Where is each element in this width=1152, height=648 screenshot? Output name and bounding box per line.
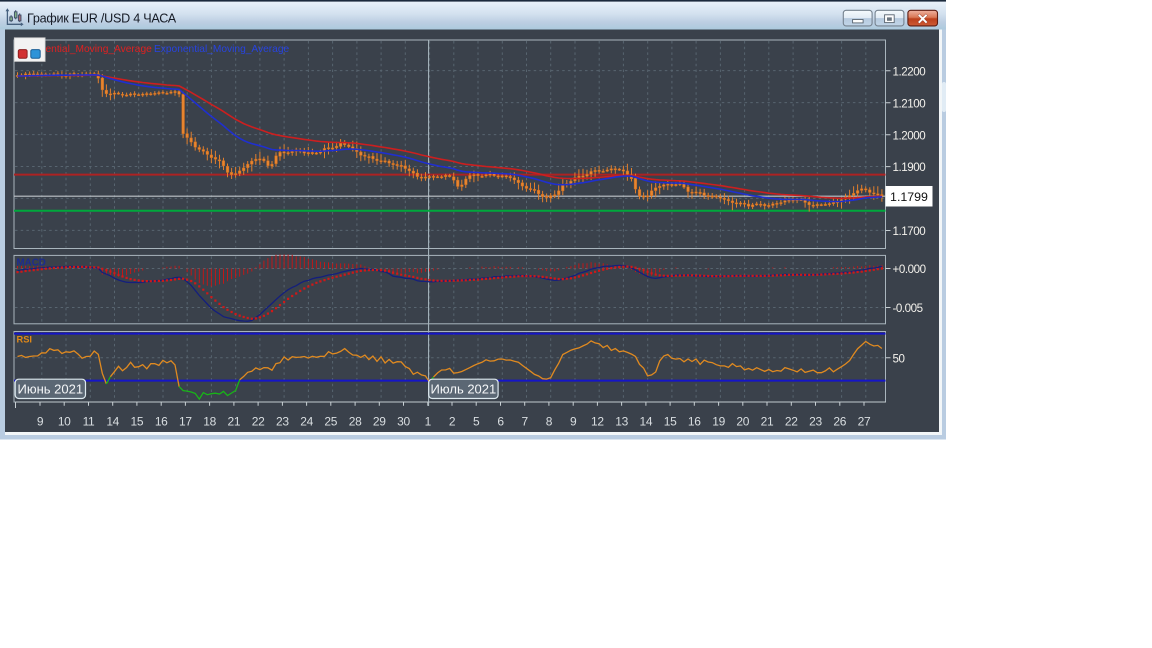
svg-text:13: 13 [615,415,628,429]
svg-text:1: 1 [425,415,432,429]
svg-text:22: 22 [785,415,798,429]
svg-text:50: 50 [893,352,905,365]
svg-text:17: 17 [179,415,192,429]
svg-text:14: 14 [106,415,119,429]
svg-text:26: 26 [833,415,846,429]
svg-text:9: 9 [37,415,44,429]
svg-text:16: 16 [688,415,701,429]
svg-text:9: 9 [570,415,577,429]
svg-text:22: 22 [252,415,265,429]
svg-text:11: 11 [83,415,95,429]
svg-text:5: 5 [473,415,480,429]
svg-text:1.1900: 1.1900 [893,161,926,174]
svg-text:Exponential_Moving_Average: Exponential_Moving_Average [154,44,290,55]
svg-text:18: 18 [203,415,216,429]
svg-text:RSI: RSI [17,335,33,345]
svg-text:+0.000: +0.000 [893,263,926,276]
svg-text:12: 12 [591,415,604,429]
svg-text:1.1799: 1.1799 [890,190,928,204]
svg-text:14: 14 [640,415,653,429]
svg-text:21: 21 [761,415,774,429]
svg-text:1.1700: 1.1700 [893,225,926,238]
svg-text:✕: ✕ [917,12,929,28]
svg-text:16: 16 [155,415,168,429]
svg-text:19: 19 [712,415,725,429]
svg-text:Июль 2021: Июль 2021 [431,381,497,396]
svg-text:15: 15 [131,415,144,429]
svg-text:24: 24 [300,415,313,429]
svg-text:6: 6 [497,415,504,429]
svg-text:27: 27 [858,415,871,429]
svg-text:20: 20 [736,415,749,429]
svg-text:23: 23 [809,415,822,429]
svg-text:1.2000: 1.2000 [893,129,926,142]
svg-text:7: 7 [522,415,529,429]
svg-text:Июнь 2021: Июнь 2021 [18,381,84,396]
svg-text:21: 21 [228,415,241,429]
svg-text:29: 29 [373,415,386,429]
svg-text:1.2200: 1.2200 [893,65,926,78]
svg-text:15: 15 [664,415,677,429]
svg-text:График EUR /USD 4 ЧАСА: График EUR /USD 4 ЧАСА [27,11,177,25]
svg-text:-0.005: -0.005 [893,302,923,315]
svg-text:8: 8 [546,415,553,429]
svg-text:10: 10 [58,415,71,429]
svg-text:ential_Moving_Average: ential_Moving_Average [46,44,153,55]
svg-text:28: 28 [349,415,362,429]
svg-text:MACD: MACD [17,258,46,269]
svg-text:1.2100: 1.2100 [893,97,926,110]
svg-text:2: 2 [449,415,456,429]
svg-text:25: 25 [324,415,337,429]
svg-text:23: 23 [276,415,289,429]
svg-text:30: 30 [397,415,410,429]
